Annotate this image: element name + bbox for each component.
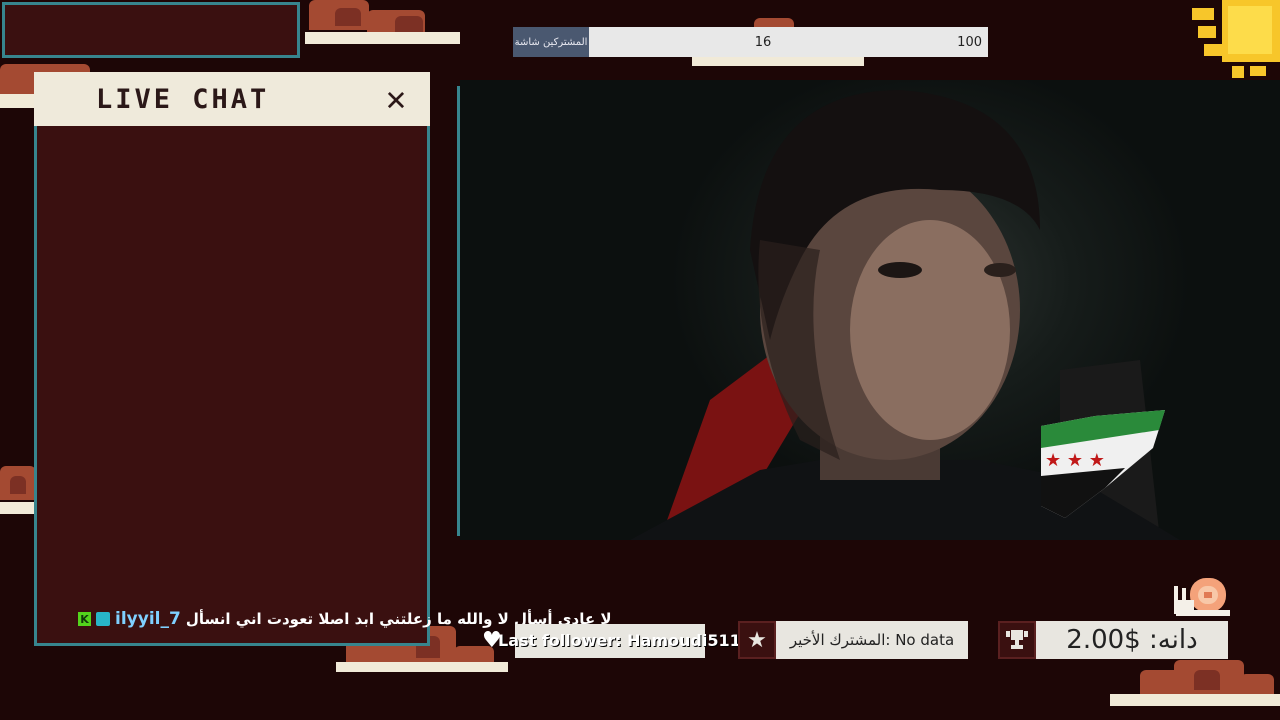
user-badge-icon <box>96 612 110 626</box>
subscriber-goal-bar: المشتركين شاشة 16 100 <box>513 27 988 57</box>
pixel-cloud <box>1110 660 1280 710</box>
donation-text: دانه: $2.00 <box>1066 625 1198 655</box>
goal-current-count: 16 <box>754 34 772 50</box>
goal-label: المشتركين شاشة <box>513 27 589 57</box>
snail-icon <box>1174 578 1230 616</box>
kick-badge-icon: K <box>78 612 91 626</box>
webcam-feed: ★ ★ ★ <box>460 80 1280 540</box>
live-chat-title: LIVE CHAT <box>96 83 270 115</box>
trophy-icon <box>998 621 1036 659</box>
syria-flag-map-icon: ★ ★ ★ <box>1041 410 1165 518</box>
pixel-cloud <box>305 0 460 48</box>
live-chat-header: LIVE CHAT <box>34 72 430 126</box>
star-icon: ★ <box>738 621 776 659</box>
goal-target-count: 100 <box>957 34 982 50</box>
last-subscriber-text: المشترك الأخير: No data <box>789 631 955 649</box>
sun-icon <box>1192 0 1280 78</box>
top-left-frame <box>2 2 300 58</box>
donation-bar: دانه: $2.00 <box>1036 621 1228 659</box>
live-chat-panel <box>34 72 430 646</box>
last-subscriber-bar: المشترك الأخير: No data <box>776 621 968 659</box>
chat-username[interactable]: ilyyil_7 <box>115 609 181 629</box>
svg-text:★ ★ ★: ★ ★ ★ <box>1045 450 1105 471</box>
last-follower-text: Last follower: Hamoudi511 <box>498 631 741 650</box>
close-icon[interactable]: ✕ <box>378 79 414 119</box>
